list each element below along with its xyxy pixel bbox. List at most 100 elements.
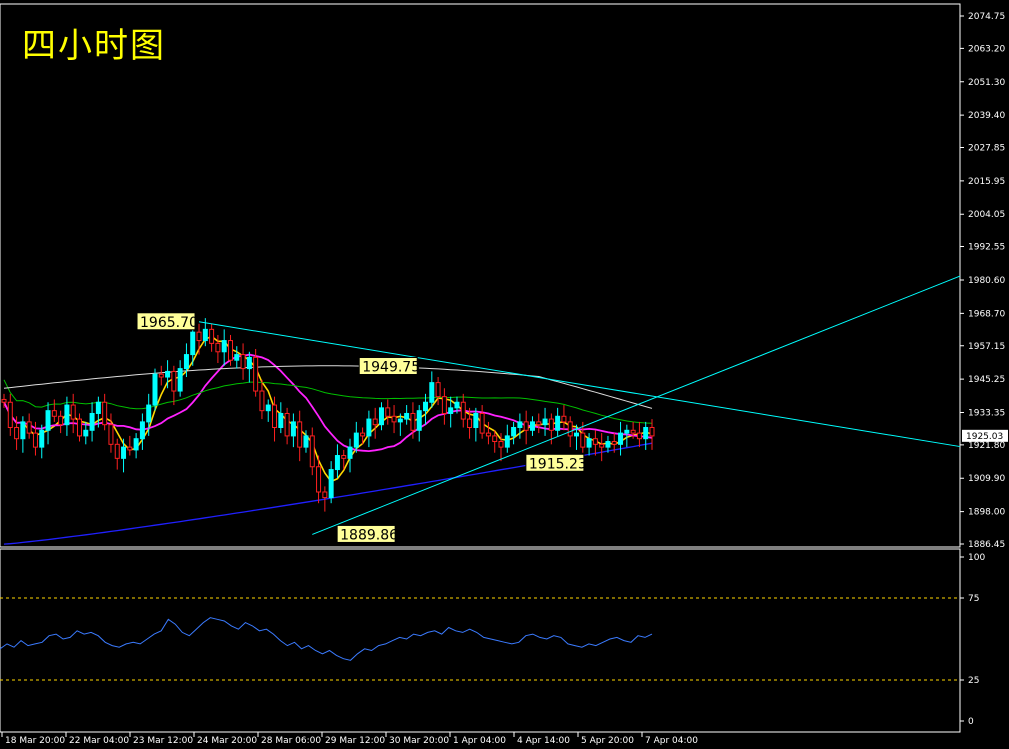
candle-body <box>542 418 548 426</box>
candle-body <box>89 412 95 431</box>
candle-body <box>14 426 20 440</box>
candle-body <box>146 404 152 423</box>
candle-body <box>240 354 246 370</box>
candle-body <box>423 401 429 412</box>
candle-body <box>548 418 554 431</box>
candle-body <box>385 407 391 417</box>
level-tick-label: 25 <box>968 676 979 686</box>
price-chart[interactable]: 1965.70 1949.75 1915.23 1889.86 2074.75 2063… <box>0 0 1009 749</box>
candle-body <box>460 401 466 420</box>
candle-body <box>303 435 309 448</box>
candle-body <box>253 356 259 392</box>
candle-body <box>190 331 196 356</box>
candle-body <box>278 412 284 428</box>
candle-body <box>32 432 38 448</box>
candle-body <box>410 412 416 431</box>
chart-title: 四小时图 <box>22 26 166 66</box>
candle-body <box>567 421 573 437</box>
oscillator-line <box>0 617 653 661</box>
price-tick-label: 2004.05 <box>968 210 1005 220</box>
candle-body <box>272 404 278 428</box>
moving-averages <box>3 335 653 545</box>
time-axis: 18 Mar 20:00 22 Mar 04:00 23 Mar 12:00 24 M… <box>1 732 698 746</box>
price-axis: 2074.75 2063.20 2051.30 2039.40 2027.85 2015.… <box>960 12 1008 550</box>
price-tick-label: 2063.20 <box>968 44 1005 54</box>
candle-body <box>227 340 233 361</box>
candle-body <box>485 432 491 437</box>
candle-body <box>378 407 384 426</box>
candle-body <box>64 404 70 426</box>
candle-body <box>479 412 485 434</box>
candle-body <box>353 432 359 448</box>
candle-body <box>504 435 510 448</box>
candle-body <box>372 418 378 426</box>
candle-body <box>158 373 164 378</box>
time-tick-label: 30 Mar 20:00 <box>389 736 449 746</box>
candle-body <box>215 342 221 353</box>
candle-body <box>605 441 611 448</box>
candle-body <box>473 412 479 428</box>
candle-body <box>102 401 108 426</box>
candle-body <box>202 328 208 342</box>
candle-body <box>404 412 410 420</box>
price-tick-label: 1921.80 <box>968 441 1005 451</box>
trend-lines <box>198 275 961 535</box>
oscillator-panel: 100 75 25 0 <box>0 553 985 727</box>
candle-body <box>26 421 32 434</box>
price-tick-label: 2039.40 <box>968 111 1005 121</box>
candle-body <box>127 446 133 451</box>
candle-body <box>555 415 561 431</box>
candle-body <box>45 410 51 431</box>
candle-body <box>177 368 183 392</box>
price-tick-label: 1968.70 <box>968 309 1005 319</box>
candle-body <box>328 469 334 499</box>
price-tick-label: 1980.60 <box>968 276 1005 286</box>
level-tick-label: 75 <box>968 594 979 604</box>
candle-body <box>309 435 315 468</box>
price-tick-label: 1992.55 <box>968 242 1005 252</box>
candle-body <box>171 370 177 392</box>
candle-body <box>58 415 64 426</box>
candle-body <box>536 421 542 426</box>
candle-body <box>448 407 454 414</box>
candle-body <box>523 421 529 431</box>
candle-body <box>7 401 13 428</box>
time-tick-label: 24 Mar 20:00 <box>197 736 257 746</box>
candle-body <box>322 491 328 499</box>
level-tick-label: 100 <box>968 553 985 563</box>
current-price-label: 1925.03 <box>966 432 1003 442</box>
oscillator-panel-border <box>0 548 961 733</box>
candle-body <box>429 382 435 403</box>
candle-body <box>454 401 460 409</box>
candle-body <box>334 455 340 471</box>
candle-body <box>133 438 139 451</box>
level-tick-label: 0 <box>968 717 974 727</box>
candle-body <box>114 443 120 459</box>
candle-body <box>347 446 353 459</box>
candle-body <box>70 404 76 420</box>
candle-body <box>165 370 171 378</box>
time-tick-label: 22 Mar 04:00 <box>69 736 129 746</box>
candle-body <box>599 443 605 448</box>
candle-body <box>259 390 265 412</box>
candle-body <box>561 415 567 423</box>
candle-body <box>467 418 473 428</box>
price-tick-label: 1945.25 <box>968 375 1005 385</box>
candle-body <box>511 426 517 437</box>
candle-body <box>630 429 636 434</box>
candle-body <box>498 441 504 448</box>
candle-body <box>611 441 617 445</box>
candle-body <box>643 426 649 440</box>
time-tick-label: 1 Apr 04:00 <box>453 736 506 746</box>
candle-body <box>234 354 240 361</box>
candle-body <box>574 432 580 437</box>
candle-body <box>209 328 215 344</box>
candle-body <box>624 429 630 434</box>
candle-body <box>297 421 303 448</box>
time-tick-label: 5 Apr 20:00 <box>581 736 634 746</box>
price-tick-label: 2051.30 <box>968 78 1005 88</box>
time-tick-label: 4 Apr 14:00 <box>517 736 570 746</box>
candle-body <box>435 382 441 398</box>
price-tick-label: 1909.90 <box>968 474 1005 484</box>
candle-body <box>618 432 624 445</box>
